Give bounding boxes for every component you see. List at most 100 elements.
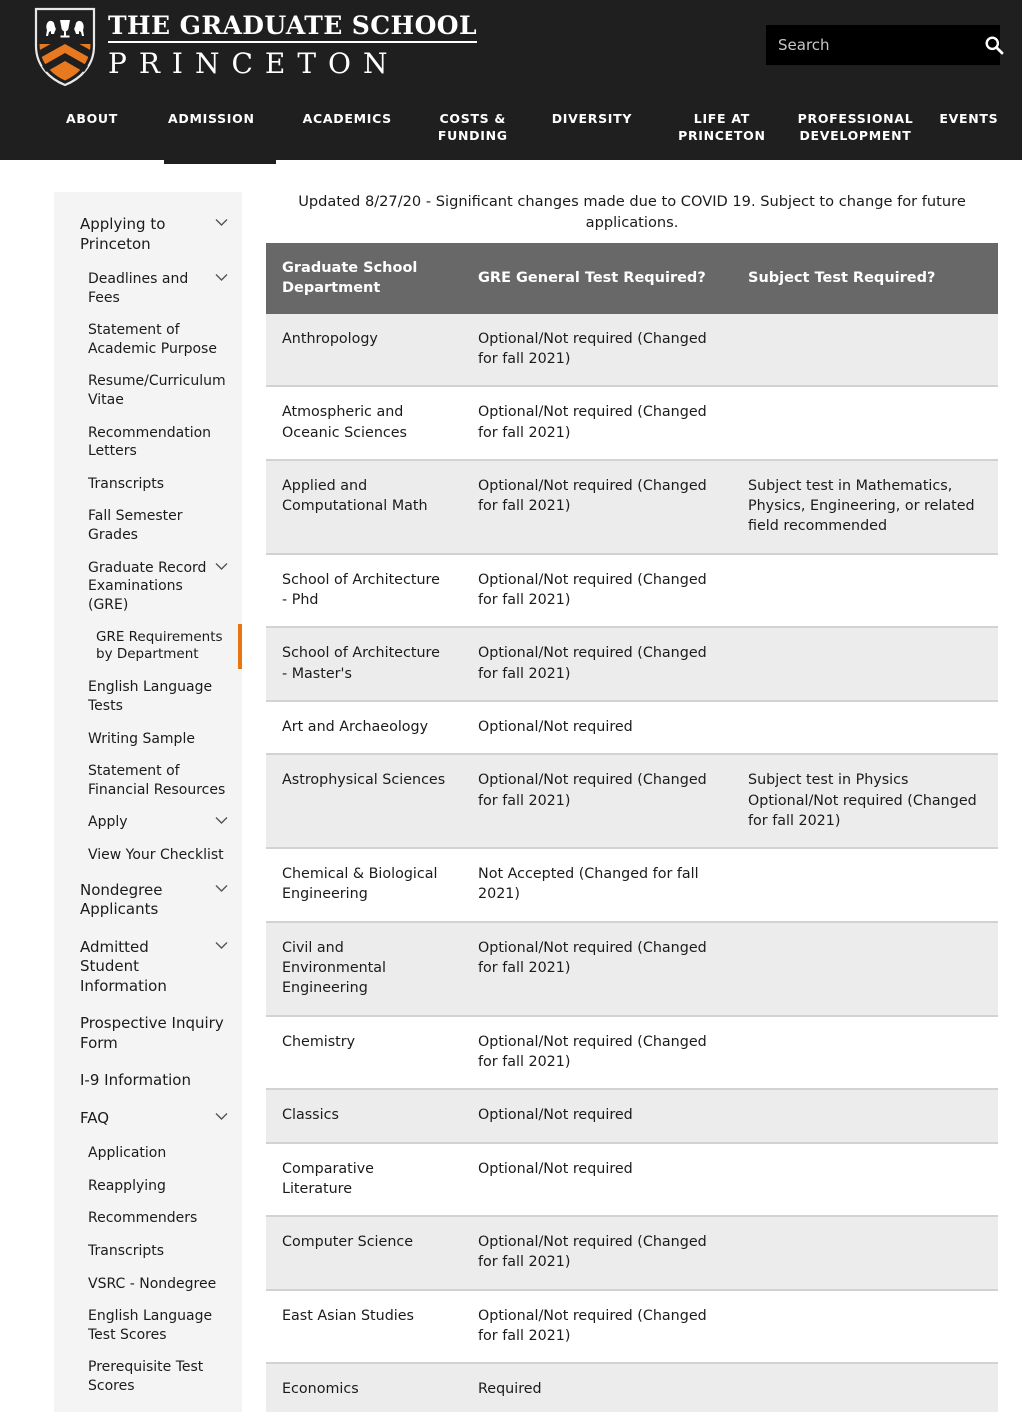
nav-active-indicator <box>164 155 276 164</box>
sidebar-item-statement-of-financial-resources[interactable]: Statement of Financial Resources <box>54 755 242 806</box>
nav-item-events[interactable]: EVENTS <box>937 105 1000 134</box>
active-accent-bar <box>238 623 242 670</box>
cell-department: School of Architecture - Master's <box>266 627 462 702</box>
sidebar-item-nondegree-applicants[interactable]: Nondegree Applicants <box>54 872 242 929</box>
chevron-down-icon <box>215 817 228 825</box>
nav-item-admission[interactable]: ADMISSION <box>166 105 257 134</box>
sidebar-item-vsrc-nondegree[interactable]: VSRC - Nondegree <box>54 1268 242 1301</box>
wordmark: THE GRADUATE SCHOOL PRINCETON <box>108 12 477 81</box>
cell-subject-test <box>732 848 998 923</box>
sidebar-item-label: I-9 Information <box>80 1071 191 1090</box>
sidebar-item-english-language-tests[interactable]: English Language Tests <box>54 671 242 722</box>
sidebar-item-label: Statement of Academic Purpose <box>88 322 217 357</box>
sidebar-item-label: VSRC - Nondegree <box>88 1275 217 1292</box>
sidebar-item-statement-of-academic-purpose[interactable]: Statement of Academic Purpose <box>54 314 242 365</box>
cell-gre-general: Optional/Not required (Changed for fall … <box>462 1289 732 1365</box>
cell-department: Chemistry <box>266 1015 462 1091</box>
chevron-down-icon <box>215 941 228 949</box>
sidebar-item-english-language-test-scores[interactable]: English Language Test Scores <box>54 1300 242 1351</box>
sidebar-item-fall-semester-grades[interactable]: Fall Semester Grades <box>54 500 242 551</box>
sidebar-item-label: Prerequisite Test Scores <box>88 1359 204 1395</box>
sidebar-item-application[interactable]: Application <box>54 1137 242 1170</box>
table-row: Economics Required <box>266 1363 998 1412</box>
sidebar-item-label: Writing Sample <box>88 730 195 747</box>
table-row: School of Architecture - Phd Optional/Not… <box>266 553 998 629</box>
sidebar-item-label: GRE Requirements by Department <box>96 628 223 663</box>
sidebar-item-prerequisite-test-scores[interactable]: Prerequisite Test Scores <box>54 1351 242 1402</box>
sidebar-item-label: English Language Test Scores <box>88 1308 213 1343</box>
sidebar-item-transcripts[interactable]: Transcripts <box>54 1235 242 1268</box>
column-header-department: Graduate School Department <box>266 243 462 314</box>
cell-gre-general: Optional/Not required (Changed for fall … <box>462 313 732 388</box>
sidebar-item-resume-curriculum-vitae[interactable]: Resume/Curriculum Vitae <box>54 365 242 416</box>
sidebar-item-label: Statement of Financial Resources <box>88 763 226 798</box>
cell-subject-test <box>732 553 998 629</box>
main-content: Updated 8/27/20 - Significant changes ma… <box>266 192 998 1412</box>
cell-department: Civil and Environmental Engineering <box>266 921 462 1017</box>
sidebar-item-label: Prospective Inquiry Form <box>80 1014 224 1052</box>
nav-item-about[interactable]: ABOUT <box>64 105 120 134</box>
sidebar-item-recommenders[interactable]: Recommenders <box>54 1202 242 1235</box>
sidebar-item-gre-requirements-by-department[interactable]: GRE Requirements by Department <box>54 622 242 672</box>
site-header: THE GRADUATE SCHOOL PRINCETON ABOUT ADMI… <box>0 0 1022 164</box>
table-row: Anthropology Optional/Not required (Chang… <box>266 313 998 388</box>
sidebar-item-label: Nondegree Applicants <box>80 880 163 919</box>
nav-item-professional-development[interactable]: PROFESSIONAL DEVELOPMENT <box>796 105 916 151</box>
cell-subject-test <box>732 1363 998 1412</box>
nav-item-life-at-princeton[interactable]: LIFE AT PRINCETON <box>676 105 768 151</box>
cell-subject-test <box>732 1216 998 1291</box>
sidebar-item-label: Admitted Student Information <box>80 937 167 995</box>
chevron-down-icon <box>215 562 228 570</box>
princeton-shield-icon <box>34 7 96 87</box>
cell-subject-test <box>732 627 998 702</box>
table-row: Art and Archaeology Optional/Not required <box>266 700 998 756</box>
cell-gre-general: Not Accepted (Changed for fall 2021) <box>462 848 732 923</box>
sidebar-item-writing-sample[interactable]: Writing Sample <box>54 723 242 756</box>
sidebar-item-label: Transcripts <box>88 1243 165 1260</box>
cell-department: Computer Science <box>266 1216 462 1291</box>
cell-subject-test <box>732 313 998 388</box>
nav-item-academics[interactable]: ACADEMICS <box>301 105 394 134</box>
cell-gre-general: Optional/Not required (Changed for fall … <box>462 754 732 850</box>
search-submit-button[interactable] <box>984 25 1004 65</box>
cell-department: Chemical & Biological Engineering <box>266 848 462 923</box>
table-row: Civil and Environmental Engineering Optio… <box>266 921 998 1017</box>
cell-department: Applied and Computational Math <box>266 459 462 555</box>
cell-department: East Asian Studies <box>266 1289 462 1365</box>
search-input[interactable] <box>766 36 984 54</box>
table-row: Atmospheric and Oceanic Sciences Optional… <box>266 386 998 461</box>
cell-subject-test: Subject test in Physics Optional/Not req… <box>732 754 998 850</box>
search-box[interactable] <box>766 25 1004 65</box>
sidebar-item-label: Transcripts <box>88 475 165 492</box>
sidebar-item-graduate-record-examinations-gre[interactable]: Graduate Record Examinations (GRE) <box>54 552 242 622</box>
table-row: East Asian Studies Optional/Not required … <box>266 1289 998 1365</box>
site-logo[interactable]: THE GRADUATE SCHOOL PRINCETON <box>34 6 477 88</box>
sidebar-item-apply[interactable]: Apply <box>54 806 242 839</box>
cell-department: Astrophysical Sciences <box>266 754 462 850</box>
table-row: Comparative Literature Optional/Not requi… <box>266 1142 998 1218</box>
table-row: Chemistry Optional/Not required (Changed … <box>266 1015 998 1091</box>
table-header-row: Graduate School Department GRE General T… <box>266 243 998 314</box>
sidebar-item-admitted-student-information[interactable]: Admitted Student Information <box>54 929 242 1006</box>
sidebar-item-deadlines-and-fees[interactable]: Deadlines and Fees <box>54 263 242 314</box>
sidebar-item-transcripts[interactable]: Transcripts <box>54 468 242 501</box>
cell-gre-general: Optional/Not required (Changed for fall … <box>462 921 732 1017</box>
nav-item-costs-funding[interactable]: COSTS & FUNDING <box>436 105 510 151</box>
cell-department: Atmospheric and Oceanic Sciences <box>266 386 462 461</box>
sidebar-item-faq[interactable]: FAQ <box>54 1100 242 1138</box>
sidebar-item-label: View Your Checklist <box>88 847 224 864</box>
sidebar-item-view-your-checklist[interactable]: View Your Checklist <box>54 839 242 872</box>
sidebar-item-label: English Language Tests <box>88 679 213 715</box>
sidebar-item-applying-to-princeton[interactable]: Applying to Princeton <box>54 206 242 263</box>
sidebar-navigation: Applying to Princeton Deadlines and Fees S… <box>54 192 242 1412</box>
table-row: Astrophysical Sciences Optional/Not requi… <box>266 754 998 850</box>
sidebar-item-i-9-information[interactable]: I-9 Information <box>54 1062 242 1100</box>
cell-department: Comparative Literature <box>266 1142 462 1218</box>
sidebar-item-prospective-inquiry-form[interactable]: Prospective Inquiry Form <box>54 1005 242 1062</box>
update-notice: Updated 8/27/20 - Significant changes ma… <box>298 193 966 231</box>
column-header-gre-general: GRE General Test Required? <box>462 243 732 314</box>
table-row: Applied and Computational Math Optional/N… <box>266 459 998 555</box>
nav-item-diversity[interactable]: DIVERSITY <box>550 105 634 134</box>
sidebar-item-reapplying[interactable]: Reapplying <box>54 1170 242 1203</box>
sidebar-item-recommendation-letters[interactable]: Recommendation Letters <box>54 417 242 468</box>
